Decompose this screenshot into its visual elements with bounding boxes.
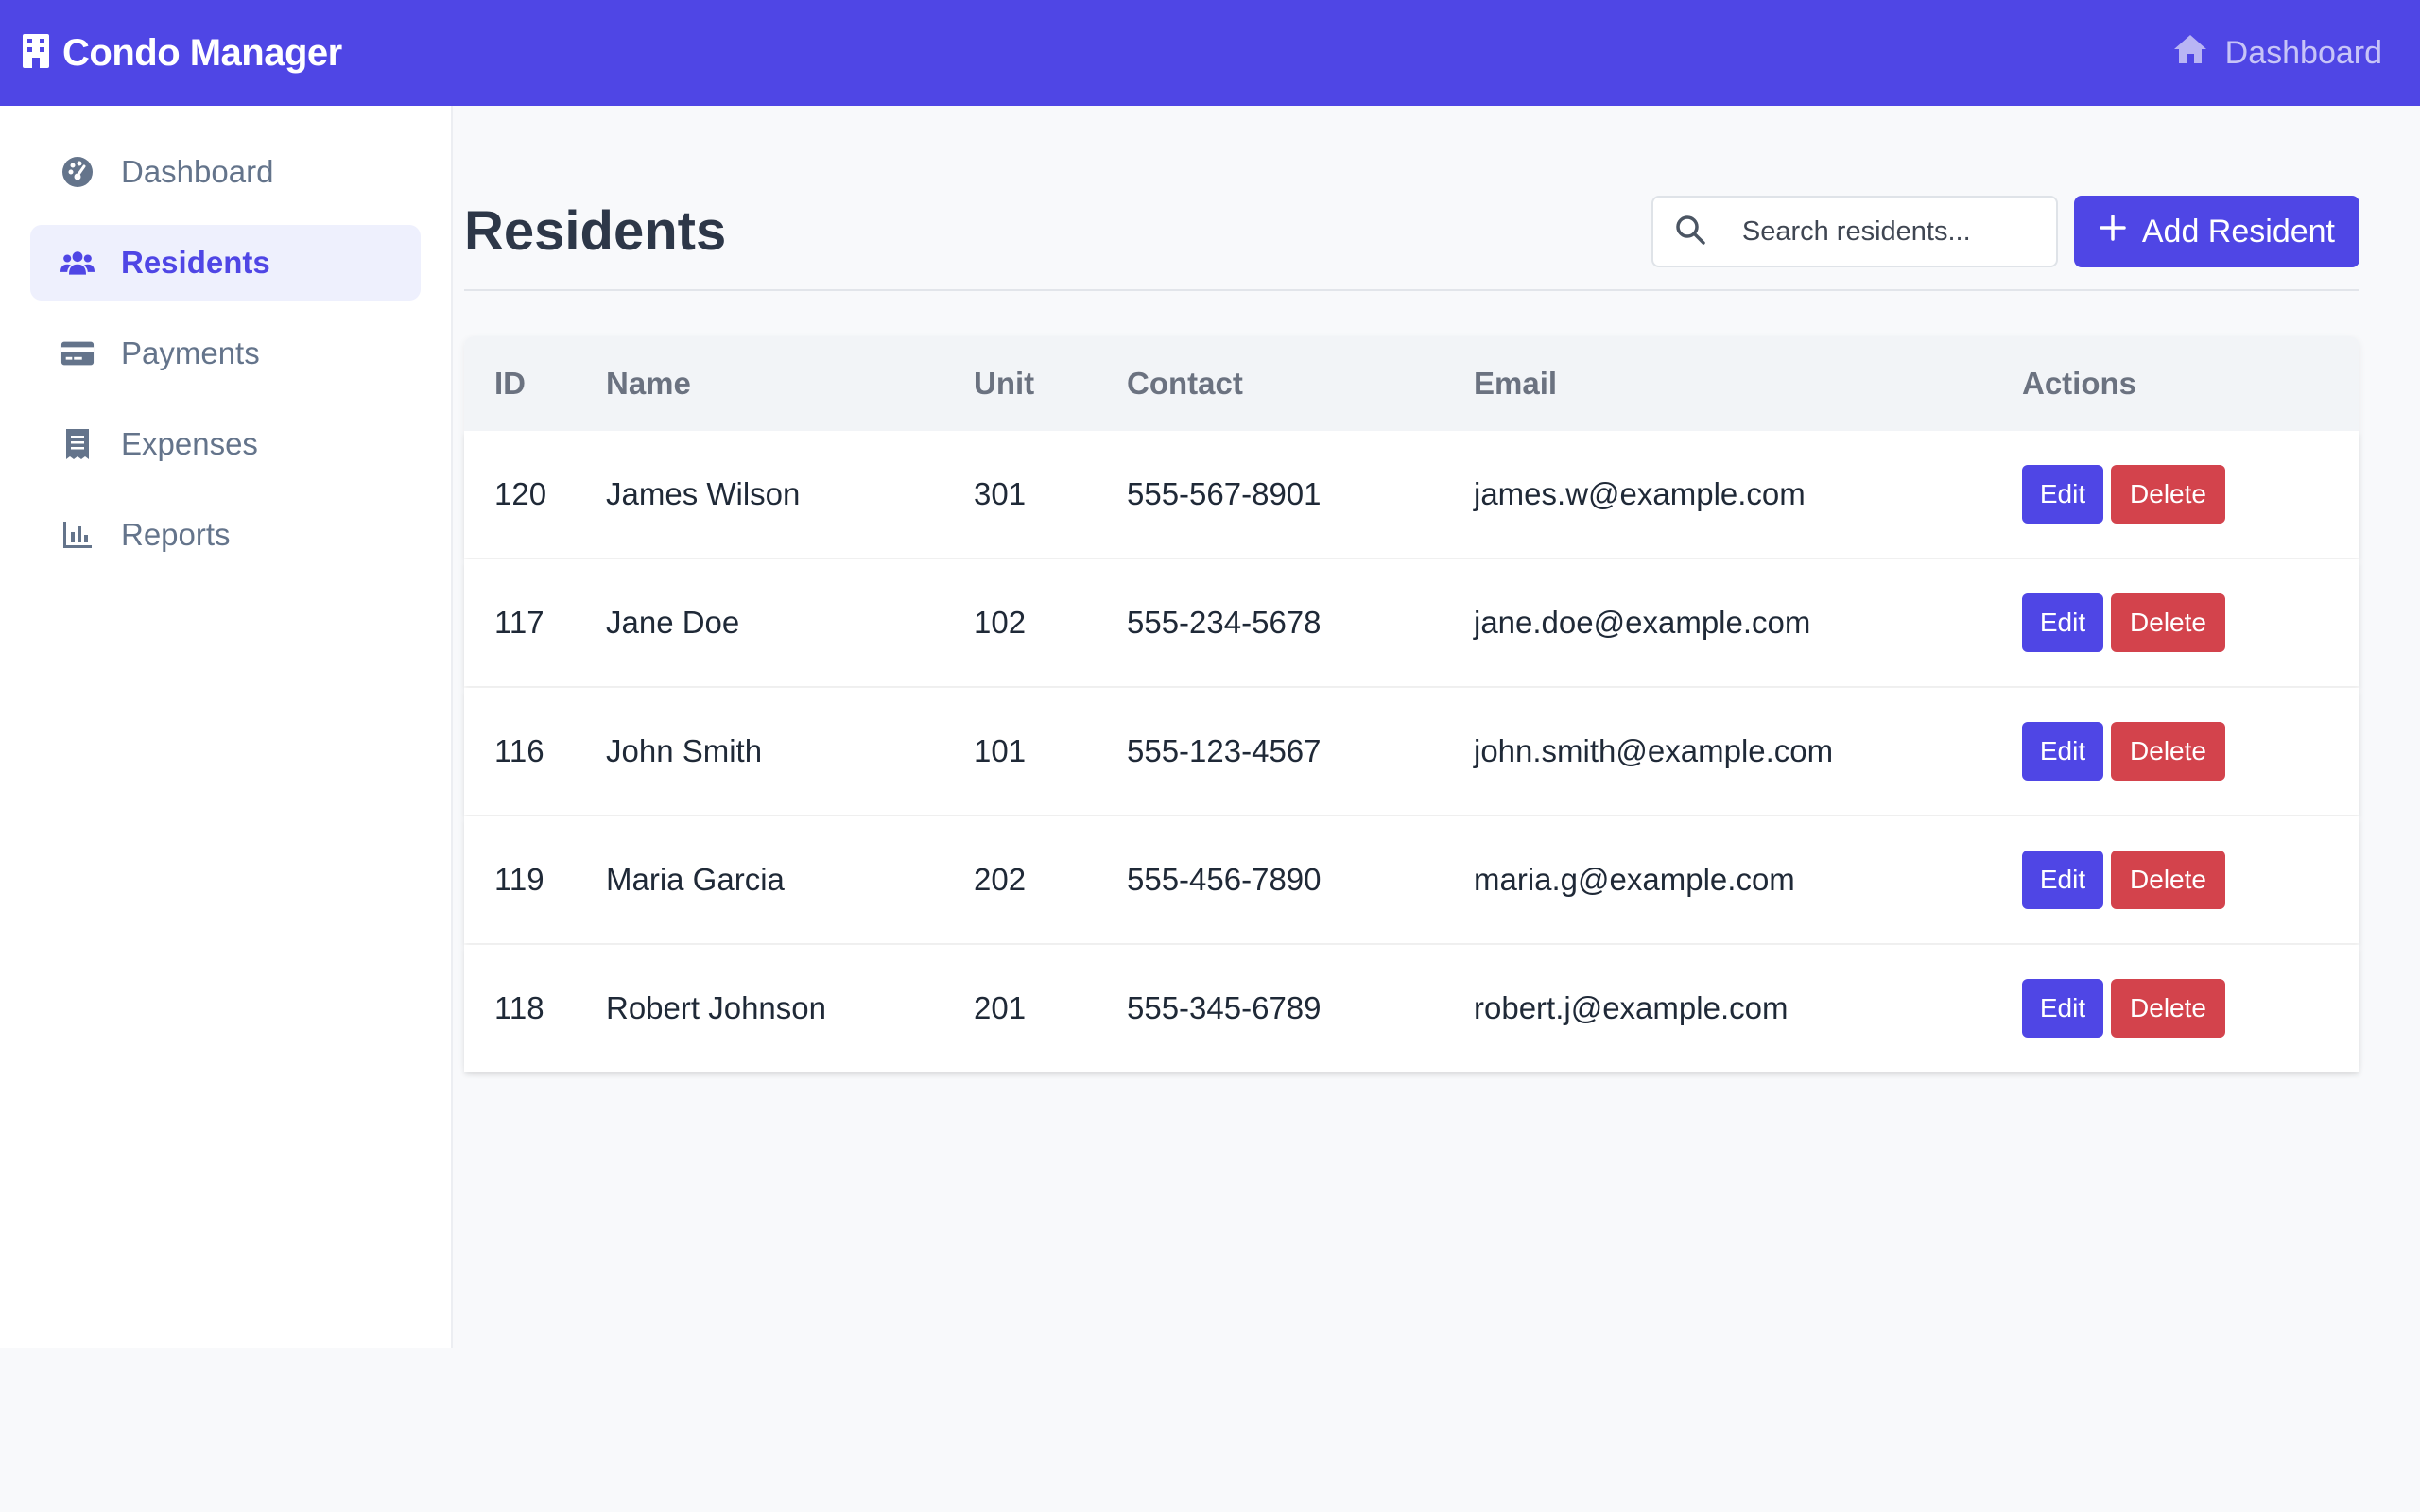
cell-actions: Edit Delete (2022, 722, 2360, 781)
delete-button[interactable]: Delete (2111, 465, 2225, 524)
gauge-icon (60, 155, 95, 189)
page-title: Residents (464, 199, 727, 262)
cell-unit: 201 (974, 990, 1027, 1025)
sidebar-item-reports[interactable]: Reports (30, 497, 421, 573)
delete-button[interactable]: Delete (2111, 850, 2225, 909)
sidebar-item-label: Payments (121, 335, 260, 370)
column-header-contact[interactable]: Contact (1127, 366, 1474, 402)
column-header-id[interactable]: ID (464, 366, 606, 402)
edit-button[interactable]: Edit (2022, 465, 2103, 524)
cell-name: Maria Garcia (606, 862, 785, 897)
add-resident-label: Add Resident (2141, 213, 2335, 249)
cell-actions: Edit Delete (2022, 465, 2360, 524)
edit-button[interactable]: Edit (2022, 593, 2103, 652)
table-row[interactable]: 120 James Wilson 301 555-567-8901 james.… (464, 431, 2360, 558)
users-icon (60, 246, 95, 280)
table-row[interactable]: 119 Maria Garcia 202 555-456-7890 maria.… (464, 816, 2360, 943)
search-input[interactable] (1741, 215, 2026, 248)
search-icon (1674, 214, 1706, 250)
table-row[interactable]: 116 John Smith 101 555-123-4567 john.smi… (464, 688, 2360, 815)
plus-icon (2099, 214, 2127, 250)
cell-name: James Wilson (606, 476, 801, 511)
residents-table: ID Name Unit Contact Email Actions 120 J… (464, 336, 2360, 1072)
column-header-name[interactable]: Name (606, 366, 974, 402)
cell-email: john.smith@example.com (1474, 733, 1834, 768)
top-bar: Condo Manager Dashboard (0, 0, 2420, 106)
cell-id: 119 (494, 862, 544, 897)
sidebar-item-residents[interactable]: Residents (30, 225, 421, 301)
cell-contact: 555-567-8901 (1127, 476, 1322, 511)
cell-email: maria.g@example.com (1474, 862, 1795, 897)
cell-contact: 555-456-7890 (1127, 862, 1322, 897)
app-title: Condo Manager (62, 31, 342, 74)
cell-name: Robert Johnson (606, 990, 826, 1025)
delete-button[interactable]: Delete (2111, 722, 2225, 781)
cell-name: John Smith (606, 733, 763, 768)
receipt-icon (60, 427, 95, 461)
edit-button[interactable]: Edit (2022, 850, 2103, 909)
cell-unit: 102 (974, 605, 1027, 640)
sidebar: Dashboard Residents Payments Expenses Re… (0, 106, 453, 1348)
cell-id: 118 (494, 990, 544, 1025)
brand[interactable]: Condo Manager (21, 32, 342, 75)
column-header-unit[interactable]: Unit (974, 366, 1127, 402)
cell-unit: 101 (974, 733, 1027, 768)
cell-contact: 555-345-6789 (1127, 990, 1322, 1025)
cell-id: 120 (494, 476, 547, 511)
bar-chart-icon (60, 518, 95, 552)
column-header-email[interactable]: Email (1474, 366, 2022, 402)
cell-actions: Edit Delete (2022, 850, 2360, 909)
sidebar-item-label: Residents (121, 245, 270, 280)
topnav-dashboard-link[interactable]: Dashboard (2172, 33, 2382, 74)
main-content: Residents Add Resident (464, 106, 2360, 1074)
cell-contact: 555-123-4567 (1127, 733, 1322, 768)
sidebar-item-dashboard[interactable]: Dashboard (30, 134, 421, 210)
cell-unit: 202 (974, 862, 1027, 897)
cell-email: robert.j@example.com (1474, 990, 1789, 1025)
sidebar-item-label: Expenses (121, 426, 258, 461)
table-row[interactable]: 117 Jane Doe 102 555-234-5678 jane.doe@e… (464, 559, 2360, 686)
delete-button[interactable]: Delete (2111, 593, 2225, 652)
building-icon (21, 33, 51, 74)
table-header-row: ID Name Unit Contact Email Actions (464, 336, 2360, 431)
add-resident-button[interactable]: Add Resident (2073, 196, 2360, 267)
topnav-dashboard-label: Dashboard (2224, 34, 2382, 71)
cell-actions: Edit Delete (2022, 979, 2360, 1038)
cell-name: Jane Doe (606, 605, 740, 640)
edit-button[interactable]: Edit (2022, 979, 2103, 1038)
search-box[interactable] (1651, 196, 2058, 267)
sidebar-item-payments[interactable]: Payments (30, 316, 421, 391)
cell-id: 116 (494, 733, 544, 768)
column-header-actions: Actions (2022, 366, 2137, 401)
edit-button[interactable]: Edit (2022, 722, 2103, 781)
home-icon (2172, 33, 2208, 74)
sidebar-item-label: Reports (121, 517, 231, 552)
delete-button[interactable]: Delete (2111, 979, 2225, 1038)
cell-email: jane.doe@example.com (1474, 605, 1811, 640)
credit-card-icon (60, 336, 95, 370)
sidebar-item-expenses[interactable]: Expenses (30, 406, 421, 482)
cell-unit: 301 (974, 476, 1027, 511)
cell-contact: 555-234-5678 (1127, 605, 1322, 640)
page-header: Residents Add Resident (464, 196, 2360, 291)
sidebar-item-label: Dashboard (121, 154, 274, 189)
cell-actions: Edit Delete (2022, 593, 2360, 652)
table-row[interactable]: 118 Robert Johnson 201 555-345-6789 robe… (464, 945, 2360, 1072)
cell-id: 117 (494, 605, 544, 640)
cell-email: james.w@example.com (1474, 476, 1806, 511)
header-actions: Add Resident (1651, 196, 2360, 267)
